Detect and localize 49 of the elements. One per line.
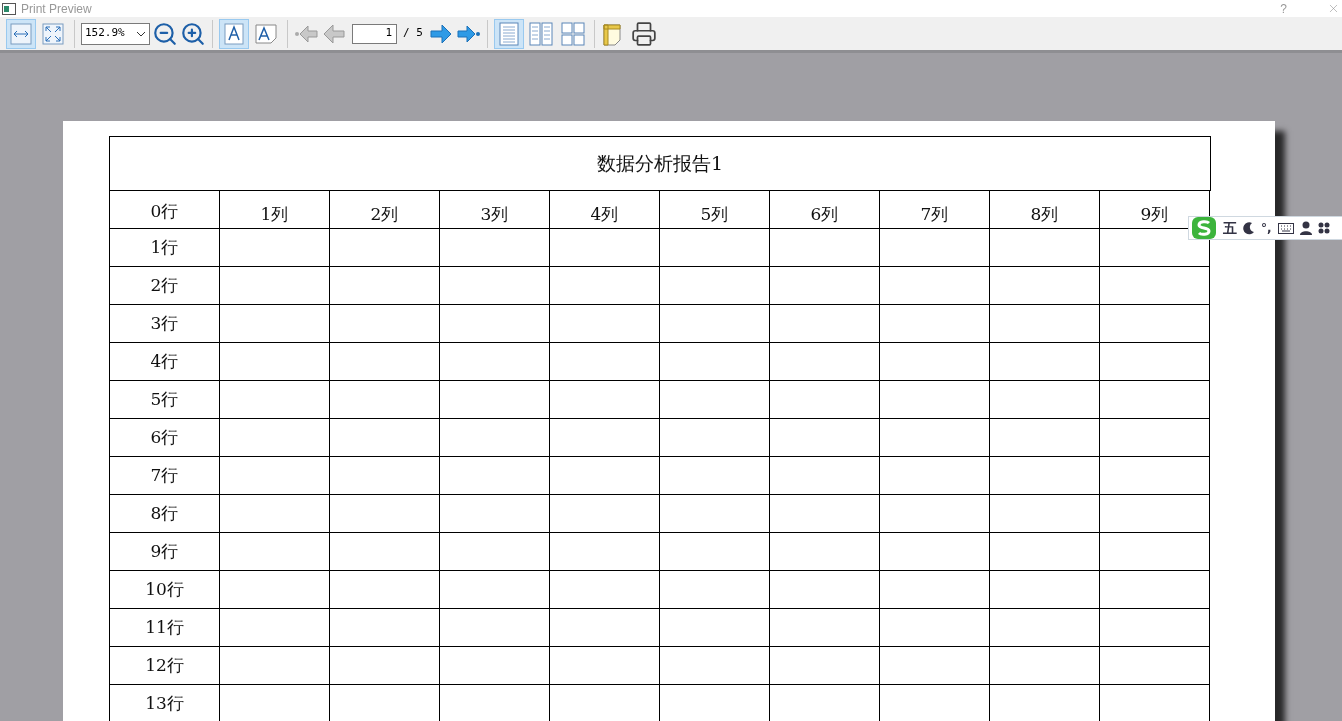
zoom-select[interactable]: 152.9% xyxy=(81,22,150,45)
text-page-icon xyxy=(224,22,244,45)
zoom-in-icon[interactable] xyxy=(180,20,206,47)
ime-mode[interactable]: 五 xyxy=(1223,217,1237,239)
user-icon[interactable] xyxy=(1299,221,1312,235)
row-header: 12行 xyxy=(110,647,220,685)
fit-page-icon xyxy=(42,22,64,45)
row-header: 6行 xyxy=(110,419,220,457)
row-header: 1行 xyxy=(110,229,220,267)
apps-icon[interactable] xyxy=(1317,222,1330,234)
keyboard-icon[interactable] xyxy=(1277,222,1294,234)
report-title: 数据分析报告1 xyxy=(110,137,1211,191)
column-header: 4列 xyxy=(550,191,660,229)
corner-header: 0行 xyxy=(110,191,220,229)
column-header: 7列 xyxy=(880,191,990,229)
four-page-icon xyxy=(560,21,585,46)
row-header: 13行 xyxy=(110,685,220,721)
fit-width-icon xyxy=(10,22,32,45)
row-header: 7行 xyxy=(110,457,220,495)
single-page-icon xyxy=(498,21,519,46)
column-header: 8列 xyxy=(990,191,1100,229)
moon-icon[interactable] xyxy=(1243,221,1255,235)
page-number-field[interactable]: 1 xyxy=(352,23,397,44)
row-header: 4行 xyxy=(110,343,220,381)
row-header: 3行 xyxy=(110,305,220,343)
row-header: 2行 xyxy=(110,267,220,305)
row-header: 11行 xyxy=(110,609,220,647)
text-page-fold-icon xyxy=(255,23,277,44)
ime-logo-icon[interactable] xyxy=(1191,216,1217,240)
next-page-icon[interactable] xyxy=(428,22,453,45)
row-header: 5行 xyxy=(110,381,220,419)
column-header: 2列 xyxy=(330,191,440,229)
column-header: 3列 xyxy=(440,191,550,229)
previous-page-icon[interactable] xyxy=(322,22,346,45)
zoom-out-icon[interactable] xyxy=(152,20,178,47)
two-page-icon xyxy=(528,21,553,46)
page-setup-icon[interactable] xyxy=(600,21,623,46)
punctuation-mode[interactable]: °, xyxy=(1261,219,1272,237)
column-header: 5列 xyxy=(660,191,770,229)
column-header: 6列 xyxy=(770,191,880,229)
window-title: Print Preview xyxy=(21,0,92,18)
row-header: 8行 xyxy=(110,495,220,533)
dropdown-caret-icon xyxy=(136,30,146,37)
row-header: 10行 xyxy=(110,571,220,609)
text-toggle-button[interactable] xyxy=(219,18,249,49)
row-header: 9行 xyxy=(110,533,220,571)
print-icon[interactable] xyxy=(630,20,657,47)
page-count: / 5 xyxy=(403,25,423,42)
column-header: 1列 xyxy=(220,191,330,229)
